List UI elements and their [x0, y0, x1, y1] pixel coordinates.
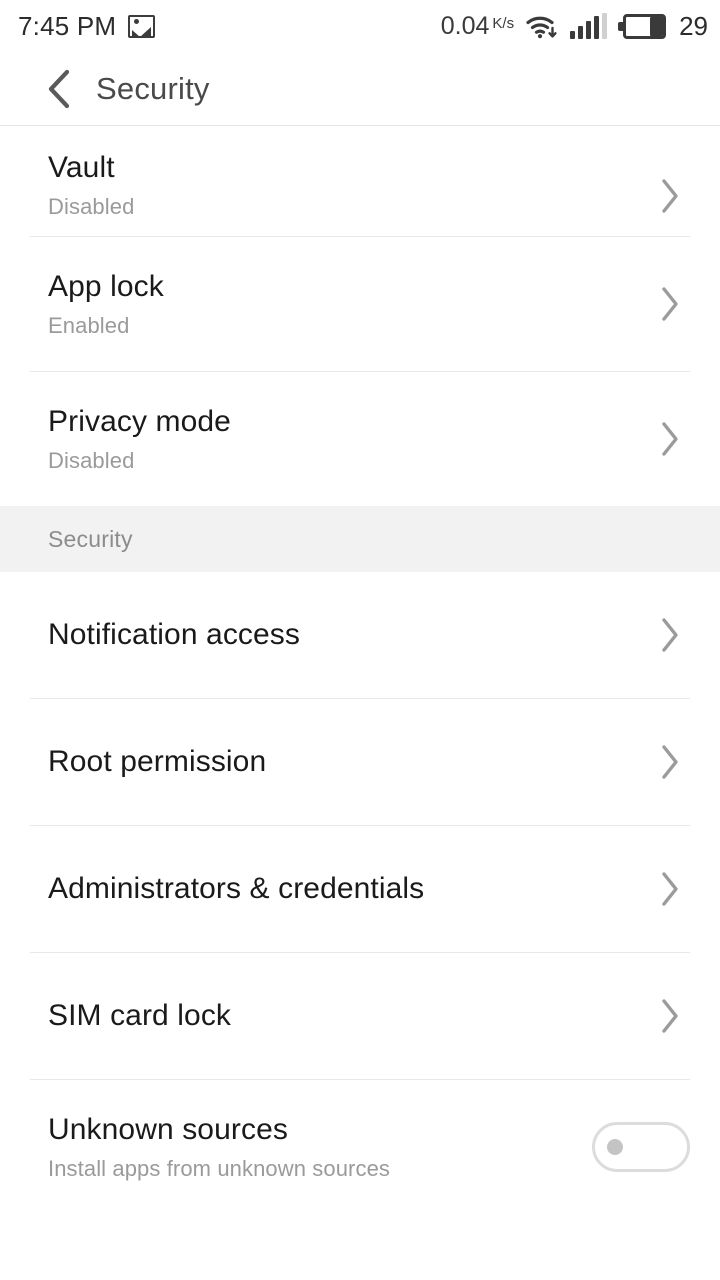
chevron-right-icon	[650, 998, 690, 1034]
list-item-unknown-sources[interactable]: Unknown sources Install apps from unknow…	[0, 1080, 720, 1214]
list-item-title: App lock	[48, 269, 164, 303]
list-item-texts: Notification access	[48, 617, 650, 652]
chevron-right-icon	[650, 871, 690, 907]
list-item-vault[interactable]: Vault Disabled	[0, 126, 720, 236]
list-item-title: Unknown sources	[48, 1112, 288, 1146]
list-item-sim-card-lock[interactable]: SIM card lock	[0, 953, 720, 1079]
list-item-privacy-mode[interactable]: Privacy mode Disabled	[0, 372, 720, 506]
chevron-right-icon	[650, 286, 690, 322]
list-item-administrators-and-credentials[interactable]: Administrators & credentials	[0, 826, 720, 952]
list-item-subtitle: Enabled	[48, 313, 130, 339]
list-item-texts: Administrators & credentials	[48, 871, 650, 906]
list-item-title: Notification access	[48, 618, 301, 652]
status-bar-left: 7:45 PM	[0, 10, 156, 42]
list-item-title: Privacy mode	[48, 404, 231, 438]
list-item-subtitle: Disabled	[48, 194, 135, 219]
list-item-title: Administrators & credentials	[48, 872, 425, 906]
list-item-texts: Unknown sources Install apps from unknow…	[48, 1112, 592, 1182]
network-speed: 0.04 K/s	[441, 12, 514, 41]
battery-icon	[618, 13, 667, 39]
phone-screen: 7:45 PM 0.04 K/s 29 Security Vault Disab…	[0, 0, 720, 1280]
page-title: Security	[96, 70, 210, 106]
list-item-texts: Root permission	[48, 744, 650, 779]
back-chevron-icon	[48, 69, 70, 108]
list-item-subtitle: Disabled	[48, 448, 135, 474]
cellular-signal-icon	[570, 13, 608, 39]
toggle-knob	[607, 1139, 623, 1155]
wifi-download-icon	[525, 12, 559, 40]
list-item-root-permission[interactable]: Root permission	[0, 699, 720, 825]
chevron-right-icon	[650, 178, 690, 214]
list-item-texts: SIM card lock	[48, 998, 650, 1033]
section-header-label: Security	[48, 525, 133, 552]
list-item-notification-access[interactable]: Notification access	[0, 572, 720, 698]
status-bar: 7:45 PM 0.04 K/s 29	[0, 0, 720, 52]
image-icon	[128, 14, 156, 38]
back-button[interactable]	[36, 66, 82, 112]
battery-level-label: 29	[679, 10, 708, 41]
list-item-texts: Privacy mode Disabled	[48, 404, 650, 474]
unknown-sources-toggle[interactable]	[592, 1122, 690, 1172]
list-item-app-lock[interactable]: App lock Enabled	[0, 237, 720, 371]
chevron-right-icon	[650, 617, 690, 653]
list-item-title: SIM card lock	[48, 999, 232, 1033]
list-item-subtitle: Install apps from unknown sources	[48, 1156, 391, 1182]
status-bar-right: 0.04 K/s 29	[441, 0, 708, 52]
chevron-right-icon	[650, 421, 690, 457]
app-bar: Security	[0, 52, 720, 125]
list-item-texts: Vault Disabled	[48, 150, 650, 220]
list-item-title: Vault	[48, 150, 115, 184]
settings-list: Vault Disabled App lock Enabled Privacy …	[0, 126, 720, 1214]
network-speed-unit: K/s	[492, 14, 515, 32]
section-header-security: Security	[0, 506, 720, 572]
network-speed-value: 0.04	[440, 11, 490, 40]
list-item-title: Root permission	[48, 745, 267, 779]
list-item-texts: App lock Enabled	[48, 269, 650, 339]
status-bar-clock: 7:45 PM	[18, 10, 117, 41]
chevron-right-icon	[650, 744, 690, 780]
